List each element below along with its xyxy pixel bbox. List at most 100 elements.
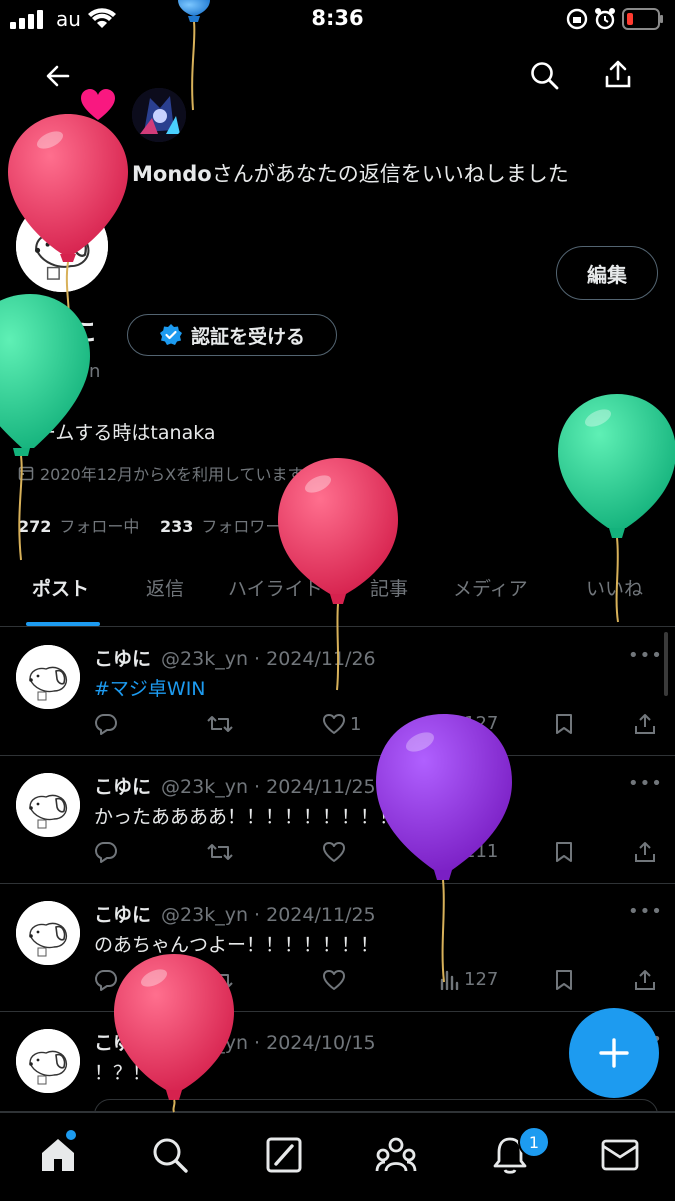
share-icon [605,60,631,88]
home-icon [42,1139,74,1171]
tab-posts[interactable]: ポスト [32,574,89,601]
post-handle: @23k_yn [161,776,248,798]
bookmark-icon [556,714,572,734]
post-text: かったああああ！！！！！！！！！！ [94,806,418,828]
post-meta: こゆに @23k_yn · 2024/10/15 [94,1032,376,1054]
notification-user: Mondo [132,162,212,186]
search-icon [153,1138,188,1173]
communities-icon [375,1137,417,1172]
post-actions: 127 [0,969,675,999]
more-options-button[interactable]: ••• [628,645,663,666]
post-handle: @23k_yn [161,1032,248,1054]
like-button[interactable] [322,841,350,863]
profile-avatar[interactable] [16,200,108,292]
like-icon [323,842,345,862]
search-button[interactable] [522,53,566,97]
bottom-nav [0,1112,675,1201]
alarm-icon [595,8,615,30]
edit-profile-button[interactable]: 編集 [556,246,658,300]
post-item[interactable]: こゆに @23k_yn · 2024/11/25 ••• かったああああ！！！！！… [0,755,675,884]
post-item[interactable]: こゆに @23k_yn · 2024/11/26 ••• #マジ卓WIN 1 12… [0,627,675,756]
views-icon [440,842,459,862]
post-actions: 1 127 [0,713,675,743]
views-button[interactable]: 127 [440,969,498,990]
reply-button[interactable] [94,713,118,735]
dog-sketch-avatar [16,1029,80,1093]
bookmark-button[interactable] [554,713,574,735]
views-button[interactable]: 111 [440,841,498,862]
nav-communities[interactable] [374,1133,418,1177]
reply-button[interactable] [94,969,118,991]
notification-message: さんがあなたの返信をいいねしました [211,162,569,186]
nav-messages[interactable] [598,1133,642,1177]
dog-sketch-avatar [16,901,80,965]
bookmark-button[interactable] [554,969,574,991]
tab-replies[interactable]: 返信 [146,574,184,601]
post-meta: こゆに @23k_yn · 2024/11/25 [94,776,376,798]
like-button[interactable]: 1 [322,713,361,735]
share-post-button[interactable] [634,841,656,863]
get-verified-button[interactable]: 認証を受ける [127,314,337,356]
retweet-button[interactable] [206,841,234,863]
retweet-button[interactable] [206,713,234,735]
back-button[interactable] [36,54,80,98]
tab-articles[interactable]: 記事 [370,574,408,601]
notification-avatar[interactable] [132,88,186,142]
post-avatar[interactable] [16,645,80,709]
profile-tabs: ポスト 返信 ハイライト 記事 メディア いいね [0,560,675,627]
post-text[interactable]: #マジ卓WIN [94,674,206,701]
nav-search[interactable] [148,1133,192,1177]
views-icon [440,970,459,990]
view-count: 127 [464,969,499,990]
bookmark-icon [556,842,572,862]
views-button[interactable]: 127 [440,713,498,734]
compose-fab[interactable] [569,1008,659,1098]
views-icon [440,714,459,734]
following-label: フォロー中 [59,517,140,536]
more-options-button[interactable]: ••• [628,773,663,794]
reply-button[interactable] [94,841,118,863]
post-date: 2024/11/25 [266,776,376,798]
post-date: 2024/11/26 [266,648,376,670]
post-avatar[interactable] [16,773,80,837]
followers-label: フォロワー [201,517,282,536]
calendar-icon [18,466,34,481]
verified-badge-icon [159,324,182,345]
like-button[interactable] [322,969,350,991]
post-avatar[interactable] [16,901,80,965]
tab-likes[interactable]: いいね [586,574,643,601]
share-post-button[interactable] [634,713,656,735]
followers-count: 233 [160,517,194,536]
get-verified-label: 認証を受ける [190,325,305,348]
post-text: のあちゃんつよー！！！！！！！ [94,934,380,956]
more-options-button[interactable]: ••• [628,901,663,922]
tab-media[interactable]: メディア [453,574,528,601]
nav-home[interactable] [36,1133,80,1177]
heart-icon [81,89,115,120]
post-handle: @23k_yn [161,904,248,926]
home-unread-dot [66,1130,76,1140]
reply-icon [95,714,117,735]
nav-grok[interactable] [262,1133,306,1177]
bookmark-button[interactable] [554,841,574,863]
like-icon [323,714,345,734]
retweet-button[interactable] [206,969,234,991]
post-meta: こゆに @23k_yn · 2024/11/26 [94,648,376,670]
post-item[interactable]: こゆに @23k_yn · 2024/11/25 ••• のあちゃんつよー！！！！… [0,883,675,1012]
share-icon [635,842,655,862]
post-actions: 111 [0,841,675,871]
rotation-lock-icon [566,8,588,30]
active-tab-indicator [26,622,100,626]
anime-avatar-image [132,88,186,142]
post-avatar[interactable] [16,1029,80,1093]
followers-link[interactable]: 233 フォロワー [160,513,281,537]
following-link[interactable]: 272 フォロー中 [18,513,139,537]
share-post-button[interactable] [634,969,656,991]
compose-icon [266,1137,302,1173]
share-button[interactable] [596,52,640,96]
tab-highlights[interactable]: ハイライト [228,574,323,601]
post-author: こゆに [94,1032,152,1054]
share-icon [635,714,655,734]
search-icon [531,62,559,90]
post-author: こゆに [94,648,152,670]
